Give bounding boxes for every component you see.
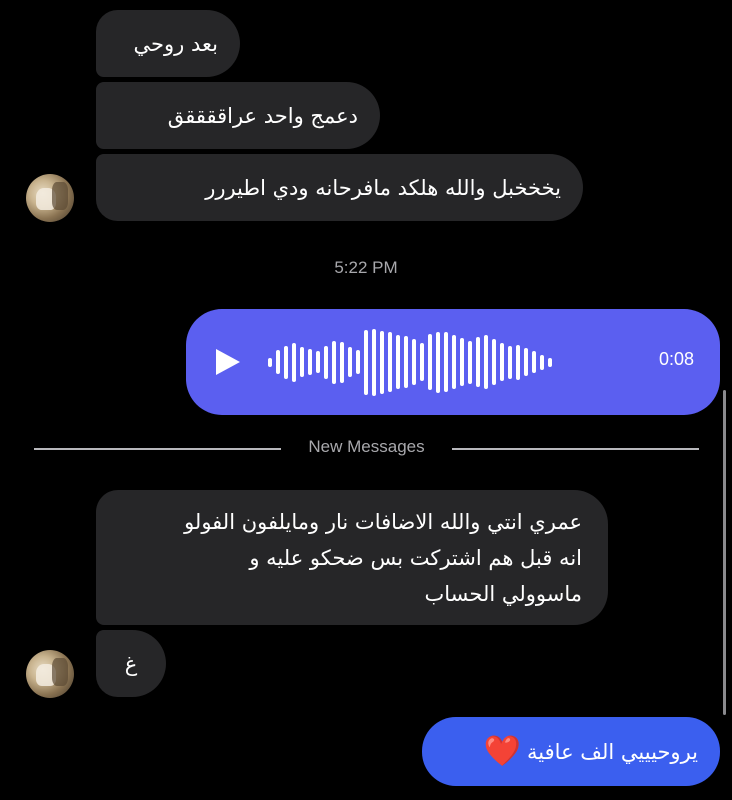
waveform-bar — [356, 350, 360, 374]
waveform-bar — [452, 335, 456, 389]
avatar-shadow — [52, 658, 68, 686]
message-text: يخخخبل والله هلكد مافرحانه ودي اطيررر — [205, 175, 561, 200]
message-text: بعد روحي — [133, 31, 218, 56]
waveform-bar — [532, 351, 536, 373]
waveform-bar — [268, 357, 272, 367]
message-line: ماسوولي الحساب — [424, 582, 583, 606]
waveform-bar — [548, 357, 552, 367]
play-icon[interactable] — [216, 349, 240, 375]
incoming-message-3[interactable]: يخخخبل والله هلكد مافرحانه ودي اطيررر — [96, 154, 583, 221]
waveform-bar — [396, 335, 400, 389]
waveform-bar — [340, 341, 344, 383]
waveform-bar — [332, 340, 336, 384]
message-text: غ — [124, 651, 138, 676]
waveform-bar — [388, 332, 392, 392]
message-line: عمري انتي والله الاضافات نار ومايلفون ال… — [184, 510, 582, 534]
waveform-bar — [348, 347, 352, 377]
incoming-message-5[interactable]: غ — [96, 630, 166, 697]
new-messages-divider: New Messages — [308, 437, 425, 456]
avatar-shadow — [52, 182, 68, 210]
waveform-bar — [364, 329, 368, 395]
waveform-bar — [300, 347, 304, 377]
heart-emoji-icon: ❤️ — [483, 733, 522, 769]
incoming-message-4[interactable]: عمري انتي والله الاضافات نار ومايلفون ال… — [96, 490, 608, 625]
waveform-bar — [380, 330, 384, 394]
message-text: دعمج واحد عراققققق — [167, 103, 358, 128]
waveform-bar — [404, 336, 408, 388]
waveform-bar — [412, 339, 416, 385]
divider-line-left — [34, 448, 281, 450]
waveform-bar — [508, 345, 512, 379]
scrollbar[interactable] — [723, 390, 726, 715]
waveform-bar — [468, 340, 472, 384]
waveform-bar — [492, 339, 496, 385]
waveform-bar — [540, 354, 544, 370]
divider-line-right — [452, 448, 699, 450]
voice-duration: 0:08 — [658, 349, 694, 369]
message-text: عمري انتي والله الاضافات نار ومايلفون ال… — [184, 504, 582, 612]
message-text: يروحيييي الف عافية — [527, 739, 698, 764]
voice-message-bubble[interactable]: 0:08 — [186, 309, 720, 415]
message-timestamp: 5:22 PM — [334, 258, 398, 277]
waveform-bar — [444, 332, 448, 392]
incoming-message-1[interactable]: بعد روحي — [96, 10, 240, 77]
waveform-bar — [484, 335, 488, 389]
incoming-message-2[interactable]: دعمج واحد عراققققق — [96, 82, 380, 149]
outgoing-message[interactable]: يروحيييي الف عافية ❤️ — [422, 717, 720, 786]
waveform-bar — [500, 343, 504, 381]
voice-waveform[interactable] — [268, 309, 628, 415]
waveform-bar — [428, 334, 432, 390]
waveform-bar — [308, 349, 312, 375]
message-line: انه قبل هم اشتركت بس ضحكو عليه و — [249, 546, 582, 570]
waveform-bar — [476, 337, 480, 387]
waveform-bar — [316, 351, 320, 373]
waveform-bar — [324, 345, 328, 379]
sender-avatar[interactable] — [26, 650, 74, 698]
waveform-bar — [292, 342, 296, 382]
waveform-bar — [372, 328, 376, 396]
waveform-bar — [460, 338, 464, 386]
waveform-bar — [284, 345, 288, 379]
waveform-bar — [516, 344, 520, 380]
waveform-bar — [420, 343, 424, 381]
waveform-bar — [524, 348, 528, 376]
sender-avatar[interactable] — [26, 174, 74, 222]
waveform-bar — [276, 350, 280, 374]
waveform-bar — [436, 331, 440, 393]
